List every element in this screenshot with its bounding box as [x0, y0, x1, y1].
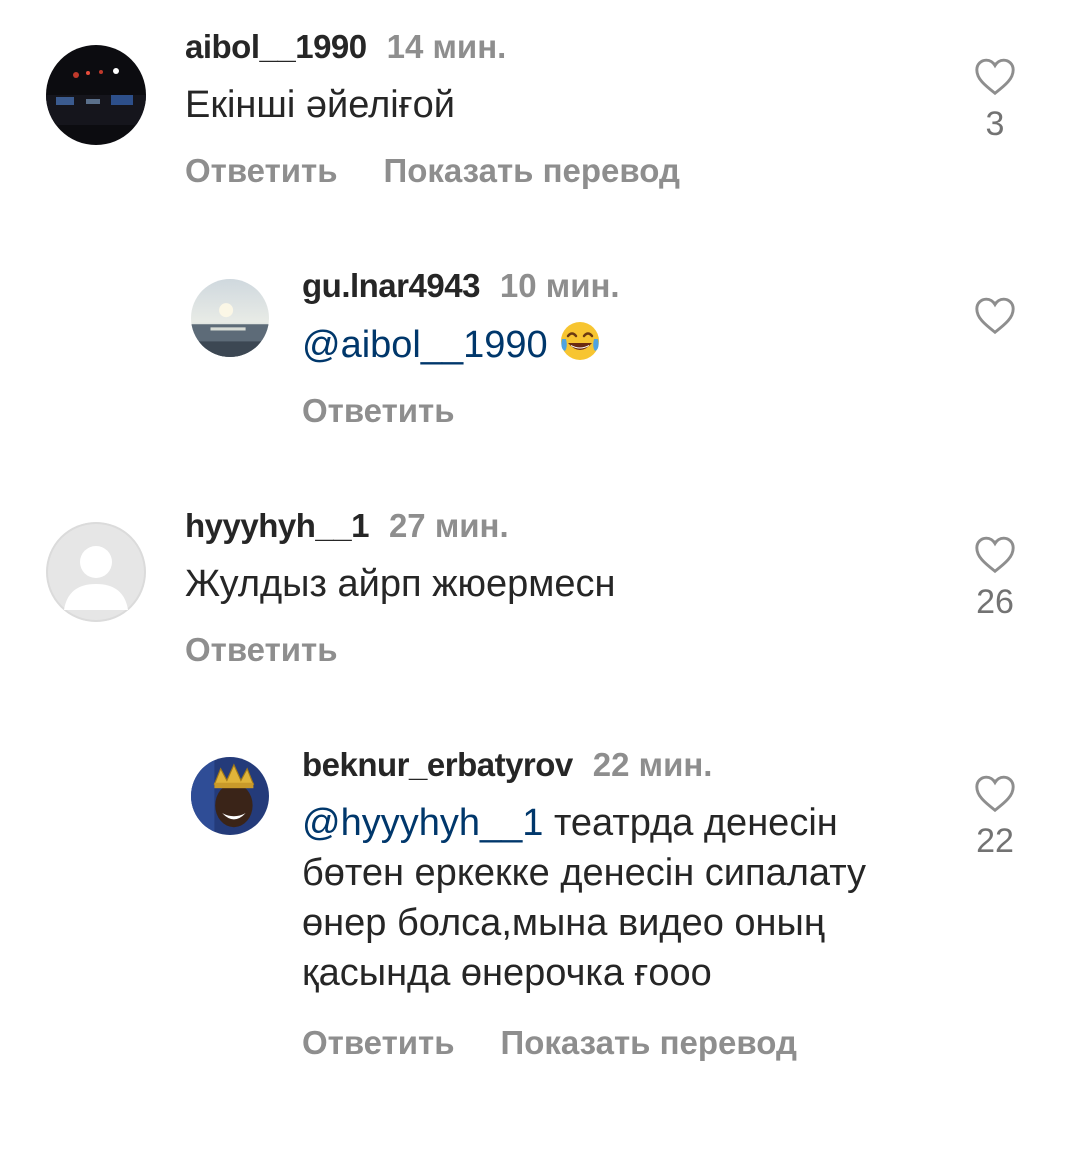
mention-link[interactable]: @aibol__1990	[302, 324, 548, 366]
sunset-sea-avatar-image	[191, 279, 269, 357]
avatar[interactable]	[191, 757, 269, 835]
comment-timestamp: 22 мин.	[592, 746, 713, 783]
face-with-tears-of-joy-icon	[561, 322, 600, 360]
reply-button[interactable]: Ответить	[185, 152, 338, 190]
heart-icon	[975, 297, 1015, 335]
comment-username[interactable]: gu.lnar4943	[302, 267, 480, 305]
comment-timestamp: 27 мин.	[388, 507, 509, 544]
crowned-man-avatar-image	[191, 757, 269, 835]
night-city-avatar-image	[46, 45, 146, 145]
comment-text: Жулдыз айрп жюермесн	[185, 563, 616, 605]
comment-text: @aibol__1990	[302, 319, 620, 370]
comment-username[interactable]: aibol__1990	[185, 28, 367, 66]
comment-text: Екінші әйеліғой	[185, 84, 455, 126]
like-count: 3	[985, 105, 1005, 143]
avatar[interactable]	[46, 45, 146, 145]
comment-username[interactable]: beknur_erbatyrov	[302, 746, 573, 784]
avatar[interactable]	[191, 279, 269, 357]
mention-link[interactable]: @hyyyhyh__1	[302, 802, 543, 844]
heart-icon	[975, 775, 1015, 813]
comment-timestamp: 14 мин.	[386, 28, 507, 65]
like-count: 22	[976, 822, 1014, 860]
reply-button[interactable]: Ответить	[302, 392, 455, 430]
show-translation-button[interactable]: Показать перевод	[501, 1024, 797, 1062]
comment-text: @hyyyhyh__1 театрда денесін бөтен еркекк…	[302, 798, 942, 998]
like-button[interactable]: 22	[966, 773, 1024, 861]
comment-timestamp: 10 мин.	[499, 267, 620, 304]
heart-icon	[975, 536, 1015, 574]
comment-username[interactable]: hyyyhyh__1	[185, 507, 369, 545]
reply-button[interactable]: Ответить	[302, 1024, 455, 1062]
like-button[interactable]	[966, 295, 1024, 335]
heart-icon	[975, 58, 1015, 96]
show-translation-button[interactable]: Показать перевод	[384, 152, 680, 190]
like-count: 26	[976, 583, 1014, 621]
reply-button[interactable]: Ответить	[185, 631, 338, 669]
avatar[interactable]	[46, 522, 146, 622]
like-button[interactable]: 3	[966, 56, 1024, 144]
default-user-avatar-image	[46, 522, 146, 622]
like-button[interactable]: 26	[966, 534, 1024, 622]
